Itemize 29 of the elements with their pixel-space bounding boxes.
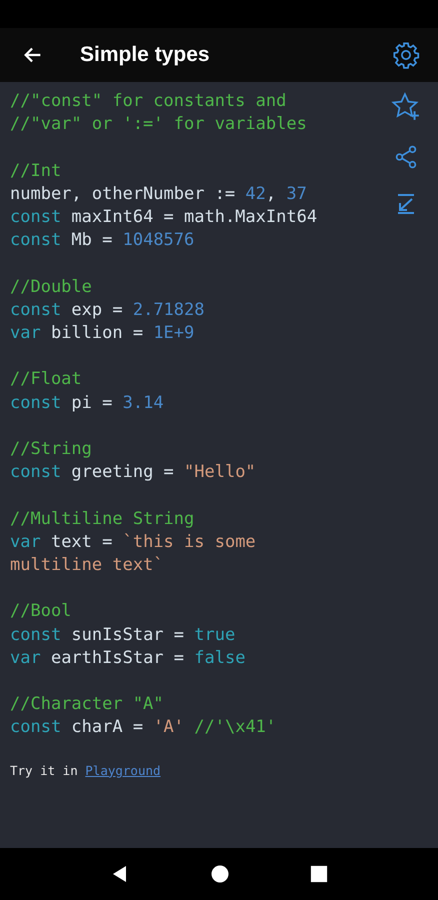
code-line: //Bool	[10, 600, 72, 624]
code-line: //"const" for constants and	[10, 90, 288, 113]
code-line: const pi = 3.14	[10, 392, 165, 415]
playground-link[interactable]: Playground	[85, 762, 161, 778]
code-line: var earthIsStar = false	[10, 646, 246, 670]
code-line: const greeting = "Hello"	[10, 461, 257, 484]
settings-icon[interactable]	[392, 41, 420, 69]
playground-sentence: Try it in Playground	[10, 762, 162, 778]
screen-title: Simple types	[80, 43, 211, 67]
recents-nav-icon[interactable]	[310, 865, 328, 883]
code-line: //Character "A"	[10, 693, 165, 716]
code-line: const sunIsStar = true	[10, 624, 236, 647]
code-line: const charA = 'A' //'\x41'	[10, 716, 278, 740]
code-line: var text = `this is some	[10, 530, 257, 554]
share-icon[interactable]	[393, 144, 419, 170]
code-line: var billion = 1E+9	[10, 322, 196, 345]
home-nav-icon[interactable]	[210, 864, 230, 884]
code-line: //Float	[10, 368, 83, 392]
code-line: const Mb = 1048576	[10, 229, 196, 252]
code-line: //String	[10, 438, 93, 461]
code-line: //Multiline String	[10, 508, 196, 531]
code-line: const maxInt64 = math.MaxInt64	[10, 206, 318, 229]
code-line: //Int	[10, 160, 62, 183]
code-line: const exp = 2.71828	[10, 298, 206, 322]
code-line: //Double	[10, 276, 93, 299]
code-line: number, otherNumber := 42, 37	[10, 182, 308, 206]
code-line: multiline text`	[10, 554, 165, 577]
code-line: //"var" or ':=' for variables	[10, 113, 308, 136]
star-plus-icon[interactable]	[391, 92, 421, 122]
